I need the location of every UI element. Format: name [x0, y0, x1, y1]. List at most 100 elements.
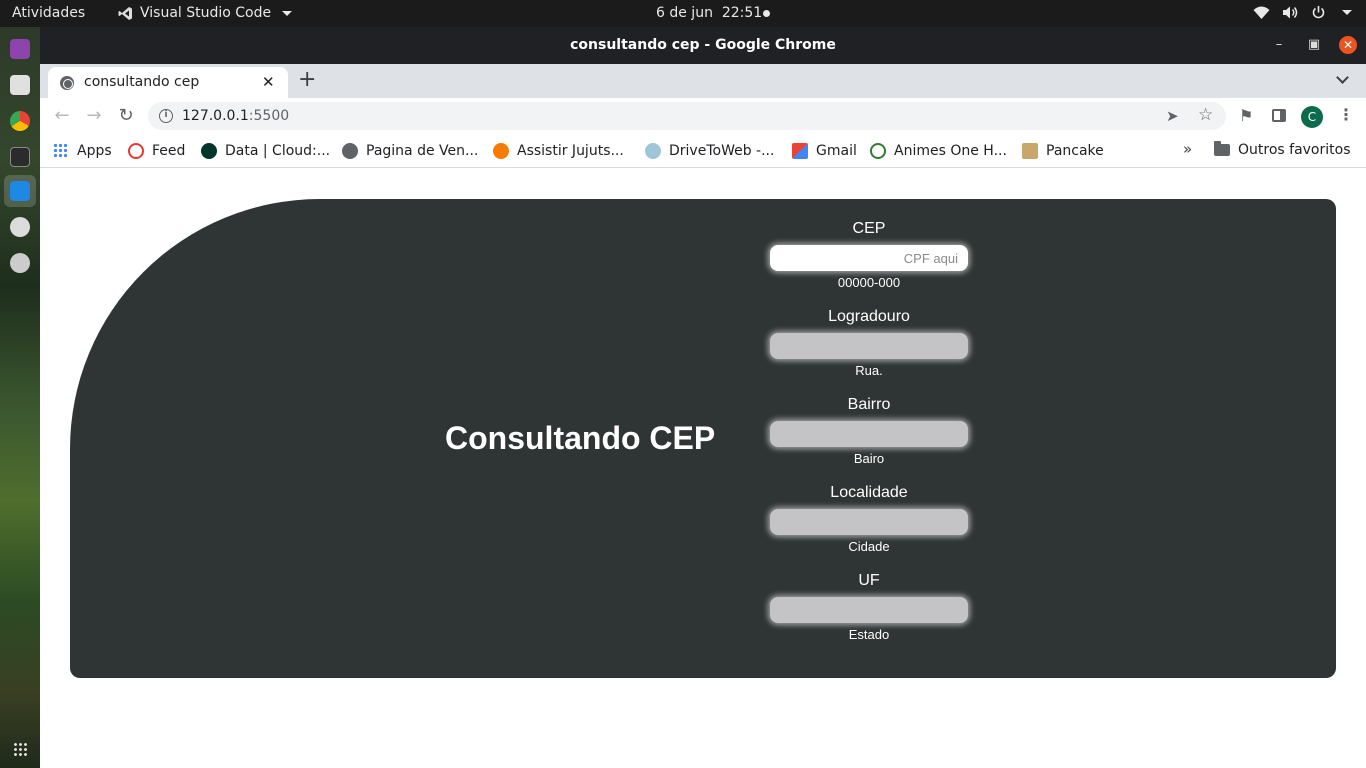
system-menu[interactable] [1253, 5, 1352, 20]
localidade-hint: Cidade [848, 539, 890, 554]
chrome-app-icon[interactable] [10, 111, 30, 131]
cep-field: CEP 00000-000 [770, 219, 968, 291]
localidade-input[interactable] [770, 509, 968, 535]
gnome-top-bar: Atividades Visual Studio Code 6 de jun 2… [0, 0, 1366, 27]
cep-label: CEP [852, 220, 886, 237]
uf-field: UF Estado [770, 571, 968, 643]
dock [0, 27, 40, 768]
url-text[interactable]: 127.0.0.1:5500 [182, 108, 289, 124]
vscode-app-icon[interactable] [10, 181, 30, 201]
cep-hint: 00000-000 [837, 275, 901, 290]
power-icon [1312, 6, 1325, 19]
bookmark-label: Assistir Jujuts... [517, 143, 624, 159]
bookmark-label: Data | Cloud:... [225, 143, 331, 159]
video-app-icon[interactable] [10, 39, 30, 59]
bookmark-gmail[interactable]: Gmail [792, 142, 857, 160]
uf-label: UF [858, 572, 880, 589]
reload-icon[interactable]: ↻ [116, 106, 136, 126]
bookmark-label: Pagina de Ven... [366, 143, 479, 159]
other-bookmarks-folder[interactable]: Outros favoritos [1214, 141, 1351, 158]
bookmark-label: DriveToWeb -... [669, 143, 775, 159]
uf-input[interactable] [770, 597, 968, 623]
other-bookmarks-label: Outros favoritos [1238, 142, 1351, 158]
url-port: :5500 [248, 108, 290, 124]
app-menu[interactable]: Visual Studio Code [118, 5, 293, 22]
activities-button[interactable]: Atividades [12, 5, 85, 22]
screenshot-app-icon[interactable] [10, 217, 30, 237]
cep-card: Consultando CEP CEP 00000-000 Logradouro… [70, 199, 1336, 678]
clock[interactable]: 6 de jun 22:51 [656, 5, 762, 22]
profile-avatar[interactable]: C [1301, 106, 1323, 128]
bookmark-label: Pancake [1046, 143, 1104, 159]
uf-hint: Estado [848, 627, 890, 642]
bairro-input[interactable] [770, 421, 968, 447]
url-host: 127.0.0.1 [182, 108, 249, 124]
globe-icon [60, 76, 74, 90]
browser-toolbar: ← → ↻ i 127.0.0.1:5500 ➤ ☆ ⚑ C ⋮ [40, 98, 1366, 134]
wifi-icon [1253, 6, 1270, 19]
notification-dot-icon [763, 10, 770, 17]
bookmarks-bar: Apps Feed Data | Cloud:... Pagina de Ven… [40, 134, 1366, 168]
window-titlebar[interactable]: consultando cep - Google Chrome – ▣ ✕ [40, 27, 1366, 64]
bookmark-label: Feed [152, 143, 186, 159]
stats-icon [493, 143, 509, 159]
new-tab-icon[interactable]: + [298, 69, 316, 91]
bookmark-star-icon[interactable]: ☆ [1198, 105, 1213, 125]
pancake-icon [1022, 143, 1038, 159]
clock-time: 22:51 [721, 5, 763, 21]
bookmark-animes-one[interactable]: Animes One H... [870, 142, 1007, 160]
feed-icon [128, 143, 144, 159]
volume-icon [1283, 6, 1298, 19]
gmail-icon [792, 143, 808, 159]
send-tab-icon[interactable]: ➤ [1166, 107, 1179, 125]
localidade-label: Localidade [830, 484, 908, 501]
bookmark-feed[interactable]: Feed [128, 142, 185, 160]
anime-icon [870, 143, 886, 159]
localidade-field: Localidade Cidade [770, 483, 968, 555]
logradouro-input[interactable] [770, 333, 968, 359]
tab-title: consultando cep [84, 74, 200, 90]
site-info-icon[interactable]: i [159, 109, 173, 123]
logradouro-label: Logradouro [828, 308, 910, 325]
close-tab-icon[interactable]: ✕ [262, 73, 275, 91]
mongodb-leaf-icon [201, 143, 217, 159]
bookmark-label: Apps [77, 143, 112, 159]
cep-input[interactable] [770, 245, 968, 271]
kebab-menu-icon[interactable]: ⋮ [1338, 105, 1354, 124]
bookmark-apps[interactable]: Apps [53, 142, 112, 160]
bairro-label: Bairro [847, 396, 891, 413]
bookmark-label: Animes One H... [894, 143, 1007, 159]
bookmark-pagina-de-vendas[interactable]: Pagina de Ven... [342, 142, 478, 160]
address-bar[interactable]: i 127.0.0.1:5500 ➤ ☆ [148, 102, 1226, 130]
bookmark-pancake[interactable]: Pancake [1022, 142, 1104, 160]
files-app-icon[interactable] [10, 75, 30, 95]
bairro-hint: Bairo [853, 451, 885, 466]
tab-search-chevron-icon[interactable] [1335, 70, 1351, 86]
bairro-field: Bairro Bairo [770, 395, 968, 467]
extensions-puzzle-icon[interactable]: ⚑ [1239, 106, 1253, 125]
close-window-icon[interactable]: ✕ [1339, 36, 1357, 54]
tab-consultando-cep[interactable]: consultando cep ✕ [48, 67, 288, 98]
tab-strip: consultando cep ✕ + [40, 64, 1366, 98]
vscode-icon [118, 7, 132, 20]
bookmark-label: Gmail [816, 143, 857, 159]
folder-icon [1214, 141, 1230, 156]
clock-date: 6 de jun [656, 5, 713, 21]
logradouro-field: Logradouro Rua. [770, 307, 968, 379]
globe-icon [342, 143, 358, 159]
show-apps-icon[interactable] [13, 742, 27, 756]
cloud-icon [645, 143, 661, 159]
bookmark-data-cloud[interactable]: Data | Cloud:... [201, 142, 330, 160]
bookmark-drivetoweb[interactable]: DriveToWeb -... [645, 142, 774, 160]
minimize-icon[interactable]: – [1270, 36, 1288, 54]
bookmark-assistir-jujutsu[interactable]: Assistir Jujuts... [493, 142, 624, 160]
maximize-icon[interactable]: ▣ [1305, 36, 1323, 54]
terminal-app-icon[interactable] [10, 147, 30, 167]
settings-app-icon[interactable] [10, 253, 30, 273]
side-panel-icon[interactable] [1272, 109, 1286, 122]
back-arrow-icon[interactable]: ← [52, 106, 72, 126]
more-bookmarks-chevron[interactable]: » [1183, 140, 1192, 158]
apps-grid-icon [53, 143, 69, 159]
chevron-down-icon [282, 11, 293, 16]
forward-arrow-icon[interactable]: → [84, 106, 104, 126]
